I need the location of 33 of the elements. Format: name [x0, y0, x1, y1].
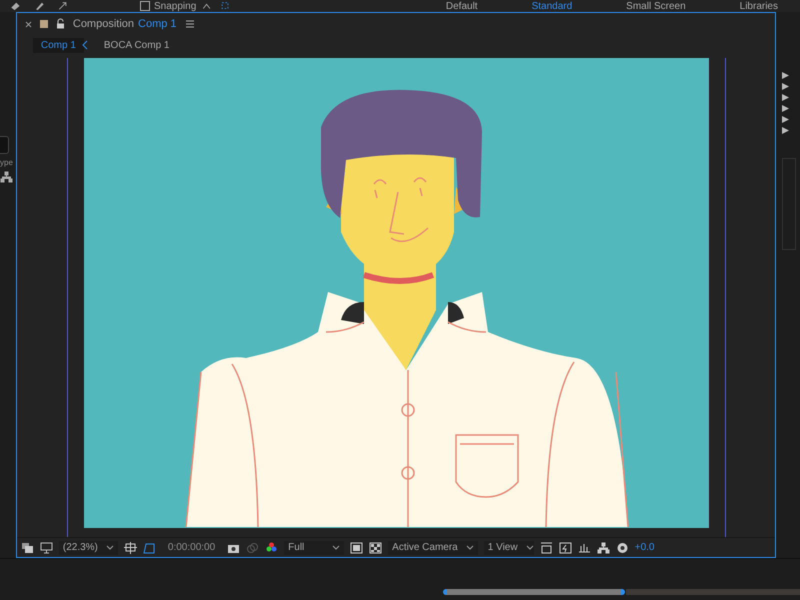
- fast-preview-icon[interactable]: [558, 542, 572, 554]
- snapping-checkbox[interactable]: [140, 1, 150, 11]
- mask-outline-icon[interactable]: [142, 542, 156, 554]
- color-channels-icon[interactable]: [265, 542, 278, 554]
- transparency-grid-icon[interactable]: [369, 542, 382, 554]
- breadcrumb-tab[interactable]: BOCA Comp 1: [96, 38, 178, 52]
- search-field[interactable]: [0, 136, 9, 154]
- monitor-icon[interactable]: [40, 542, 53, 554]
- resolution-dropdown[interactable]: Full: [284, 540, 344, 554]
- label-swatch: [40, 20, 48, 28]
- close-icon[interactable]: [24, 20, 32, 28]
- region-of-interest-icon[interactable]: [350, 542, 364, 554]
- exposure-value[interactable]: +0.0: [634, 542, 654, 553]
- workspace-tab[interactable]: Standard: [510, 0, 594, 12]
- column-header: ype: [0, 158, 14, 167]
- magnification-dropdown[interactable]: (22.3%): [58, 540, 118, 554]
- lock-icon[interactable]: [56, 18, 65, 30]
- chevron-left-icon[interactable]: [82, 39, 88, 51]
- hierarchy-icon[interactable]: [0, 171, 13, 183]
- timecode[interactable]: 0:00:00:00: [162, 542, 222, 553]
- panel-title: Composition: [72, 18, 134, 30]
- camera-dropdown[interactable]: Active Camera: [388, 540, 478, 554]
- workspace-tab[interactable]: Default: [424, 0, 500, 12]
- workspace-tab[interactable]: Small Screen: [604, 0, 708, 12]
- view-layout-dropdown[interactable]: 1 View: [484, 540, 534, 554]
- grid-guides-icon[interactable]: [124, 542, 137, 554]
- composition-name: Comp 1: [138, 18, 177, 30]
- snapping-label: Snapping: [154, 0, 196, 12]
- menu-icon[interactable]: [184, 18, 195, 30]
- breadcrumb-tab[interactable]: Comp 1: [32, 38, 84, 52]
- layers-icon[interactable]: [20, 542, 34, 554]
- flowchart-icon[interactable]: [596, 542, 610, 554]
- workspace-tab[interactable]: Libraries: [718, 0, 800, 12]
